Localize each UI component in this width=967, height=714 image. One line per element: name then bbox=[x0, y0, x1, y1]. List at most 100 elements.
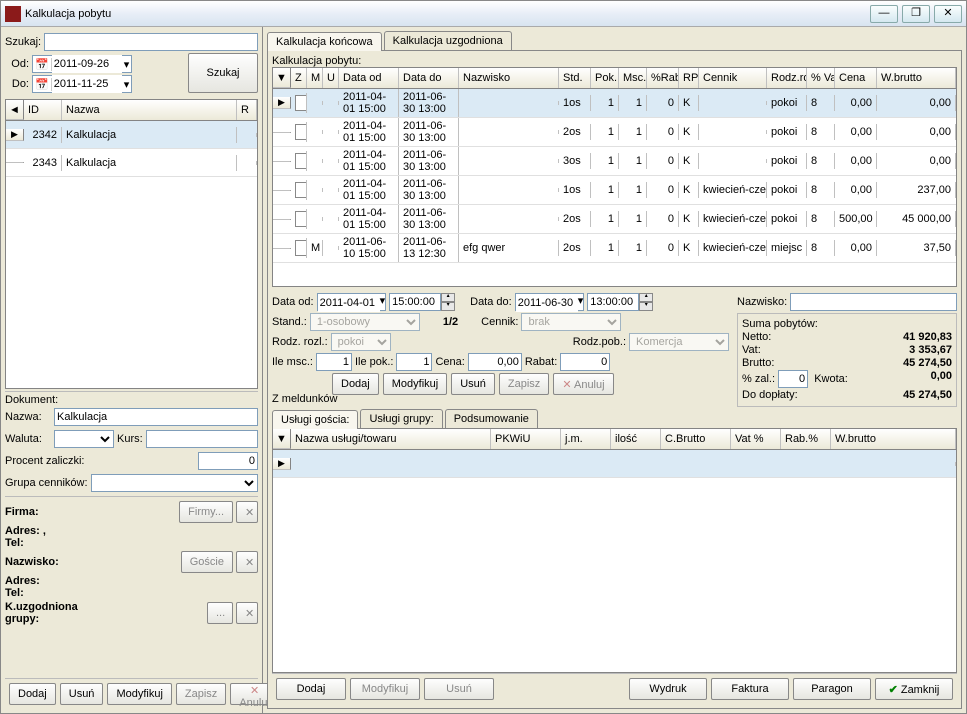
col-cennik[interactable]: Cennik bbox=[699, 68, 767, 88]
svc-col-cbrutto[interactable]: C.Brutto bbox=[661, 429, 731, 449]
svc-col-rab[interactable]: Rab.% bbox=[781, 429, 831, 449]
calculations-grid[interactable]: ◄ ID Nazwa R 2342Kalkulacja2343Kalkulacj… bbox=[5, 99, 258, 389]
det-timedo-input[interactable] bbox=[587, 293, 639, 311]
col-z[interactable]: Z bbox=[291, 68, 307, 88]
date-to-input[interactable] bbox=[52, 75, 122, 93]
table-row[interactable]: 2011-04-01 15:00 2011-06-30 13:00 1os 1 … bbox=[273, 89, 956, 118]
gosc-clear-button[interactable]: ✕ bbox=[236, 551, 258, 573]
col-data-do[interactable]: Data do bbox=[399, 68, 459, 88]
svc-dodaj-button[interactable]: Dodaj bbox=[276, 678, 346, 700]
main-grid[interactable]: ▼ Z M U Data od Data do Nazwisko Std. Po… bbox=[272, 67, 957, 287]
det-ilepok-input[interactable] bbox=[396, 353, 432, 371]
checkbox[interactable] bbox=[295, 211, 307, 227]
paragon-button[interactable]: Paragon bbox=[793, 678, 871, 700]
spin-down-button[interactable]: ▾ bbox=[639, 302, 653, 311]
svc-grid-menu-button[interactable]: ▼ bbox=[273, 429, 291, 449]
checkbox[interactable] bbox=[295, 240, 307, 256]
det-rabat-input[interactable] bbox=[560, 353, 610, 371]
chevron-down-icon[interactable]: ▾ bbox=[122, 58, 132, 71]
svc-col-ilosc[interactable]: ilość bbox=[611, 429, 661, 449]
checkbox[interactable] bbox=[295, 153, 307, 169]
kuzg-clear-button[interactable]: ✕ bbox=[236, 602, 258, 624]
chevron-down-icon[interactable]: ▾ bbox=[380, 294, 386, 310]
left-dodaj-button[interactable]: Dodaj bbox=[9, 683, 56, 705]
col-va[interactable]: % Va bbox=[807, 68, 835, 88]
col-u[interactable]: U bbox=[323, 68, 339, 88]
checkbox[interactable] bbox=[295, 124, 307, 140]
spin-up-button[interactable]: ▴ bbox=[639, 293, 653, 302]
services-grid[interactable]: ▼ Nazwa usługi/towaru PKWiU j.m. ilość C… bbox=[272, 428, 957, 673]
det-stand-select[interactable]: 1-osobowy bbox=[310, 313, 420, 331]
tab-uslugi-goscia[interactable]: Usługi gościa: bbox=[272, 410, 358, 429]
svc-col-jm[interactable]: j.m. bbox=[561, 429, 611, 449]
checkbox[interactable] bbox=[295, 95, 307, 111]
svc-col-vat[interactable]: Vat % bbox=[731, 429, 781, 449]
col-rab[interactable]: %Rab bbox=[647, 68, 679, 88]
col-msc[interactable]: Msc. bbox=[619, 68, 647, 88]
det-anuluj-button[interactable]: ✕ Anuluj bbox=[553, 373, 613, 395]
table-row[interactable] bbox=[273, 450, 956, 478]
calendar-icon[interactable]: 📅 bbox=[33, 78, 52, 91]
table-row[interactable]: M 2011-06-10 15:00 2011-06-13 12:30 efg … bbox=[273, 234, 956, 263]
svc-usun-button[interactable]: Usuń bbox=[424, 678, 494, 700]
table-row[interactable]: 2343Kalkulacja bbox=[6, 149, 257, 177]
svc-col-pkwiu[interactable]: PKWiU bbox=[491, 429, 561, 449]
procent-input[interactable] bbox=[198, 452, 258, 470]
det-ilemsc-input[interactable] bbox=[316, 353, 352, 371]
sum-zal-input[interactable] bbox=[778, 370, 808, 388]
firmy-button[interactable]: Firmy... bbox=[179, 501, 233, 523]
nazwa-input[interactable] bbox=[54, 408, 258, 426]
dots-button[interactable]: ... bbox=[207, 602, 233, 624]
table-row[interactable]: 2342Kalkulacja bbox=[6, 121, 257, 149]
svc-col-nazwa[interactable]: Nazwa usługi/towaru bbox=[291, 429, 491, 449]
det-usun-button[interactable]: Usuń bbox=[451, 373, 495, 395]
close-button[interactable]: ✕ bbox=[934, 5, 962, 23]
table-row[interactable]: 2011-04-01 15:00 2011-06-30 13:00 3os 1 … bbox=[273, 147, 956, 176]
col-nazwa[interactable]: Nazwa bbox=[62, 100, 237, 120]
minimize-button[interactable]: — bbox=[870, 5, 898, 23]
svc-modyfikuj-button[interactable]: Modyfikuj bbox=[350, 678, 420, 700]
col-wbrutto[interactable]: W.brutto bbox=[877, 68, 956, 88]
det-cena-input[interactable] bbox=[468, 353, 522, 371]
grid-menu-button[interactable]: ▼ bbox=[273, 68, 291, 88]
firma-clear-button[interactable]: ✕ bbox=[236, 501, 258, 523]
search-button[interactable]: Szukaj bbox=[188, 53, 258, 93]
col-data-od[interactable]: Data od bbox=[339, 68, 399, 88]
det-modyfikuj-button[interactable]: Modyfikuj bbox=[383, 373, 447, 395]
det-dataod-input[interactable] bbox=[318, 294, 380, 312]
col-rp[interactable]: RP bbox=[679, 68, 699, 88]
tab-uslugi-grupy[interactable]: Usługi grupy: bbox=[360, 409, 442, 428]
left-usun-button[interactable]: Usuń bbox=[60, 683, 104, 705]
calendar-icon[interactable]: 📅 bbox=[33, 58, 52, 71]
det-rodzpob-select[interactable]: Komercja bbox=[629, 333, 729, 351]
table-row[interactable]: 2011-04-01 15:00 2011-06-30 13:00 2os 1 … bbox=[273, 205, 956, 234]
col-nazwisko[interactable]: Nazwisko bbox=[459, 68, 559, 88]
table-row[interactable]: 2011-04-01 15:00 2011-06-30 13:00 1os 1 … bbox=[273, 176, 956, 205]
goscie-button[interactable]: Goście bbox=[181, 551, 233, 573]
chevron-down-icon[interactable]: ▾ bbox=[578, 294, 584, 310]
svc-col-wbrutto[interactable]: W.brutto bbox=[831, 429, 956, 449]
grupa-select[interactable] bbox=[91, 474, 258, 492]
tab-podsumowanie[interactable]: Podsumowanie bbox=[445, 409, 538, 428]
col-id[interactable]: ID bbox=[24, 100, 62, 120]
col-r[interactable]: R bbox=[237, 100, 257, 120]
col-pok[interactable]: Pok. bbox=[591, 68, 619, 88]
zamknij-button[interactable]: ✔Zamknij bbox=[875, 678, 953, 700]
col-rodzro[interactable]: Rodz.ro bbox=[767, 68, 807, 88]
spin-down-button[interactable]: ▾ bbox=[441, 302, 455, 311]
det-zapisz-button[interactable]: Zapisz bbox=[499, 373, 549, 395]
col-std[interactable]: Std. bbox=[559, 68, 591, 88]
col-m[interactable]: M bbox=[307, 68, 323, 88]
faktura-button[interactable]: Faktura bbox=[711, 678, 789, 700]
maximize-button[interactable]: ❐ bbox=[902, 5, 930, 23]
left-zapisz-button[interactable]: Zapisz bbox=[176, 683, 226, 705]
left-modyfikuj-button[interactable]: Modyfikuj bbox=[107, 683, 171, 705]
tab-koncowa[interactable]: Kalkulacja końcowa bbox=[267, 32, 382, 51]
date-from-input[interactable] bbox=[52, 55, 122, 73]
checkbox[interactable] bbox=[295, 182, 307, 198]
det-cennik-select[interactable]: brak bbox=[521, 313, 621, 331]
spin-up-button[interactable]: ▴ bbox=[441, 293, 455, 302]
wydruk-button[interactable]: Wydruk bbox=[629, 678, 707, 700]
table-row[interactable]: 2011-04-01 15:00 2011-06-30 13:00 2os 1 … bbox=[273, 118, 956, 147]
det-nazwisko-input[interactable] bbox=[790, 293, 957, 311]
